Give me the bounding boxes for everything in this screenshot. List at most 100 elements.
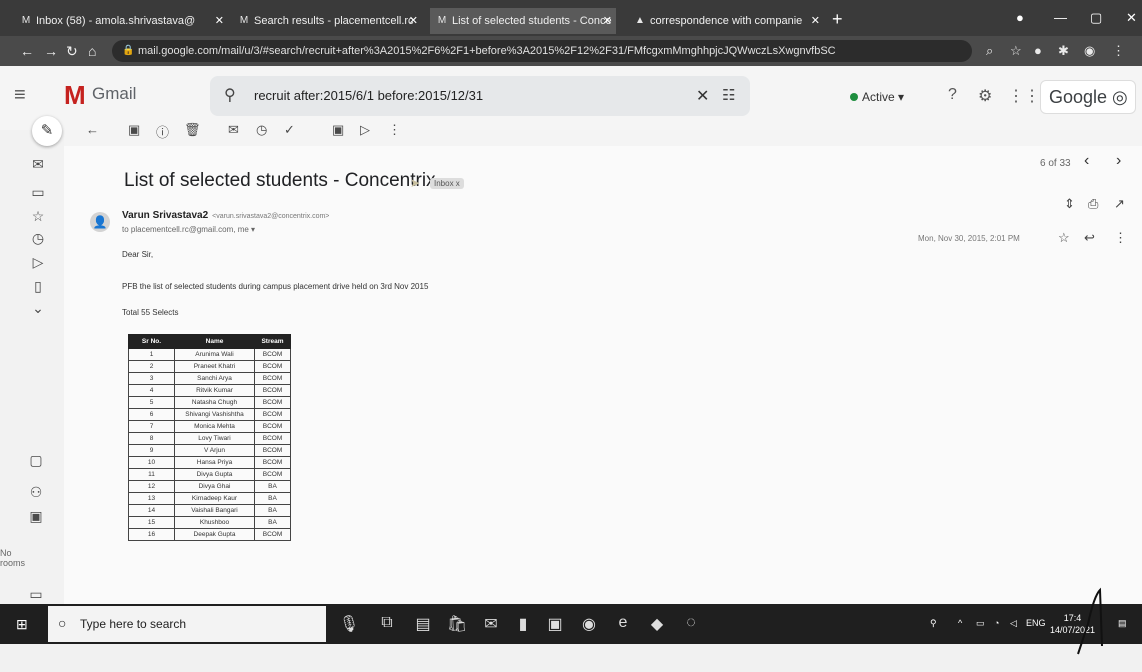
move-to-icon[interactable]: ▣ <box>332 122 344 138</box>
inbox-label-chip[interactable]: Inbox x <box>430 178 464 189</box>
sent-icon[interactable]: ▷ <box>28 254 48 271</box>
app-icon[interactable]: ◆ <box>646 614 668 634</box>
mail-icon[interactable]: ✉ <box>28 156 48 173</box>
extension-icon[interactable]: ● <box>1034 43 1042 58</box>
cell-name: Shivangi Vashishtha <box>174 408 255 421</box>
expand-all-icon[interactable]: ⇕ <box>1064 196 1075 212</box>
close-window-icon[interactable]: ✕ <box>1126 10 1137 26</box>
drafts-icon[interactable]: ▯ <box>28 278 48 295</box>
minimize-icon[interactable]: — <box>1054 10 1067 25</box>
network-icon[interactable]: ◔ <box>994 618 999 628</box>
recipients-line[interactable]: to placementcell.rc@gmail.com, me ▾ <box>122 225 255 234</box>
cell-name: Arunima Wali <box>174 348 255 361</box>
active-status-dropdown[interactable]: Active ▾ <box>850 90 904 104</box>
more-options-icon[interactable]: ⋮ <box>388 122 401 138</box>
star-icon[interactable]: ☆ <box>1010 43 1022 59</box>
tray-chevron-icon[interactable]: ^ <box>958 618 962 628</box>
close-icon[interactable]: ✕ <box>409 8 418 34</box>
notification-icon[interactable]: ▤ <box>1118 618 1127 629</box>
newer-icon[interactable]: ‹ <box>1084 152 1089 170</box>
video-icon[interactable]: ▭ <box>26 586 46 603</box>
chat-icon[interactable]: ▢ <box>26 452 46 469</box>
chrome-icon[interactable]: ◉ <box>578 614 600 634</box>
archive-icon[interactable]: ▣ <box>128 122 140 138</box>
help-icon[interactable]: ? <box>948 86 957 104</box>
older-icon[interactable]: › <box>1116 152 1121 170</box>
cell-sr-no: 6 <box>128 408 175 421</box>
whatsapp-icon[interactable]: ◌ <box>680 614 702 632</box>
battery-icon[interactable]: ▭ <box>976 618 985 629</box>
report-spam-icon[interactable]: ⓘ <box>156 122 169 141</box>
clear-search-icon[interactable]: ✕ <box>696 86 709 106</box>
people-icon[interactable]: ⚲ <box>930 618 937 629</box>
forward-icon[interactable]: → <box>44 42 58 60</box>
main-menu-icon[interactable]: ≡ <box>14 84 26 107</box>
gmail-icon: M <box>21 15 31 26</box>
table-header-row: Sr No. Name Stream <box>128 334 291 349</box>
back-icon[interactable]: ← <box>20 42 34 60</box>
search-options-icon[interactable]: ☷ <box>722 86 735 104</box>
google-account-badge[interactable]: Google ◎ <box>1040 80 1136 114</box>
cell-name: Sanchi Arya <box>174 372 255 385</box>
close-icon[interactable]: ✕ <box>215 8 224 34</box>
profile-avatar-icon[interactable]: ◉ <box>1084 43 1095 59</box>
label-icon[interactable]: ▷ <box>360 122 370 138</box>
recipients-text: to placementcell.rc@gmail.com, me <box>122 225 249 234</box>
snoozed-icon[interactable]: ◷ <box>28 230 48 247</box>
important-marker-icon[interactable]: ➤ <box>410 176 420 190</box>
open-new-window-icon[interactable]: ↗ <box>1114 196 1125 212</box>
notes-app-icon[interactable]: ▮ <box>512 614 534 634</box>
star-message-icon[interactable]: ☆ <box>1058 230 1070 246</box>
back-to-search-icon[interactable]: ← <box>86 122 99 137</box>
volume-icon[interactable]: ◁ <box>1010 618 1017 629</box>
print-icon[interactable]: ⎙ <box>1088 196 1098 212</box>
tab-search-results[interactable]: M Search results - placementcell.rc ✕ <box>232 8 422 34</box>
new-tab-button[interactable]: + <box>832 8 843 30</box>
settings-icon[interactable]: ⚙ <box>978 86 992 106</box>
delete-icon[interactable]: 🗑 <box>184 122 201 138</box>
search-input[interactable]: recruit after:2015/6/1 before:2015/12/31 <box>254 88 483 103</box>
snooze-icon[interactable]: ◷ <box>256 122 267 138</box>
url-bar[interactable]: 🔒 mail.google.com/mail/u/3/#search/recru… <box>112 40 972 62</box>
photos-app-icon[interactable]: ▣ <box>544 614 566 634</box>
close-icon[interactable]: ✕ <box>811 8 820 34</box>
search-icon[interactable]: ⌕ <box>986 43 993 59</box>
language-indicator[interactable]: ENG <box>1026 618 1046 628</box>
taskbar-search-box[interactable]: ○ Type here to search <box>48 606 326 642</box>
windows-start-icon[interactable]: ⊞ <box>16 616 32 632</box>
store-icon[interactable]: 🛍 <box>446 614 468 634</box>
reply-icon[interactable]: ↩ <box>1084 230 1095 246</box>
apps-grid-icon[interactable]: ⋮⋮ <box>1008 86 1040 106</box>
cell-sr-no: 2 <box>128 360 175 373</box>
gmail-logo-icon[interactable]: M <box>64 80 86 111</box>
mail-app-icon[interactable]: ✉ <box>480 614 502 634</box>
message-more-icon[interactable]: ⋮ <box>1114 230 1127 246</box>
file-explorer-icon[interactable]: ▤ <box>412 614 434 634</box>
cell-sr-no: 1 <box>128 348 175 361</box>
more-chevron-icon[interactable]: ⌄ <box>28 300 48 317</box>
tab-inbox[interactable]: M Inbox (58) - amola.shrivastava@ ✕ <box>14 8 228 34</box>
microphone-icon[interactable]: 🎙 <box>338 614 360 634</box>
table-body: 1 Arunima Wali BCOM 2 Praneet Khatri BCOM 3 San… <box>128 348 291 541</box>
task-view-icon[interactable]: ⧉ <box>376 614 398 632</box>
puzzle-icon[interactable]: ✱ <box>1058 43 1069 59</box>
edge-icon[interactable]: e <box>612 614 634 632</box>
search-icon[interactable]: ⚲ <box>224 85 236 105</box>
compose-button[interactable]: ✎ <box>32 116 62 146</box>
profile-icon[interactable]: ● <box>1016 10 1024 25</box>
tab-list-of-selected[interactable]: M List of selected students - Conce ✕ <box>430 8 616 34</box>
url-text: mail.google.com/mail/u/3/#search/recruit… <box>138 45 836 57</box>
close-icon[interactable]: ✕ <box>603 8 612 34</box>
search-bar[interactable]: ⚲ recruit after:2015/6/1 before:2015/12/… <box>210 76 750 116</box>
menu-dots-icon[interactable]: ⋮ <box>1112 43 1125 59</box>
reload-icon[interactable]: ↻ <box>66 42 78 60</box>
rooms-icon[interactable]: ⚇ <box>26 484 46 501</box>
mark-unread-icon[interactable]: ✉ <box>228 122 239 138</box>
home-icon[interactable]: ⌂ <box>88 42 96 60</box>
meet-icon[interactable]: ▣ <box>26 508 46 525</box>
add-task-icon[interactable]: ✓ <box>284 122 295 138</box>
inbox-icon[interactable]: ▭ <box>28 184 48 201</box>
maximize-icon[interactable]: ▢ <box>1090 10 1102 26</box>
starred-icon[interactable]: ☆ <box>28 208 48 225</box>
tab-correspondence[interactable]: ▲ correspondence with companie ✕ <box>628 8 824 34</box>
